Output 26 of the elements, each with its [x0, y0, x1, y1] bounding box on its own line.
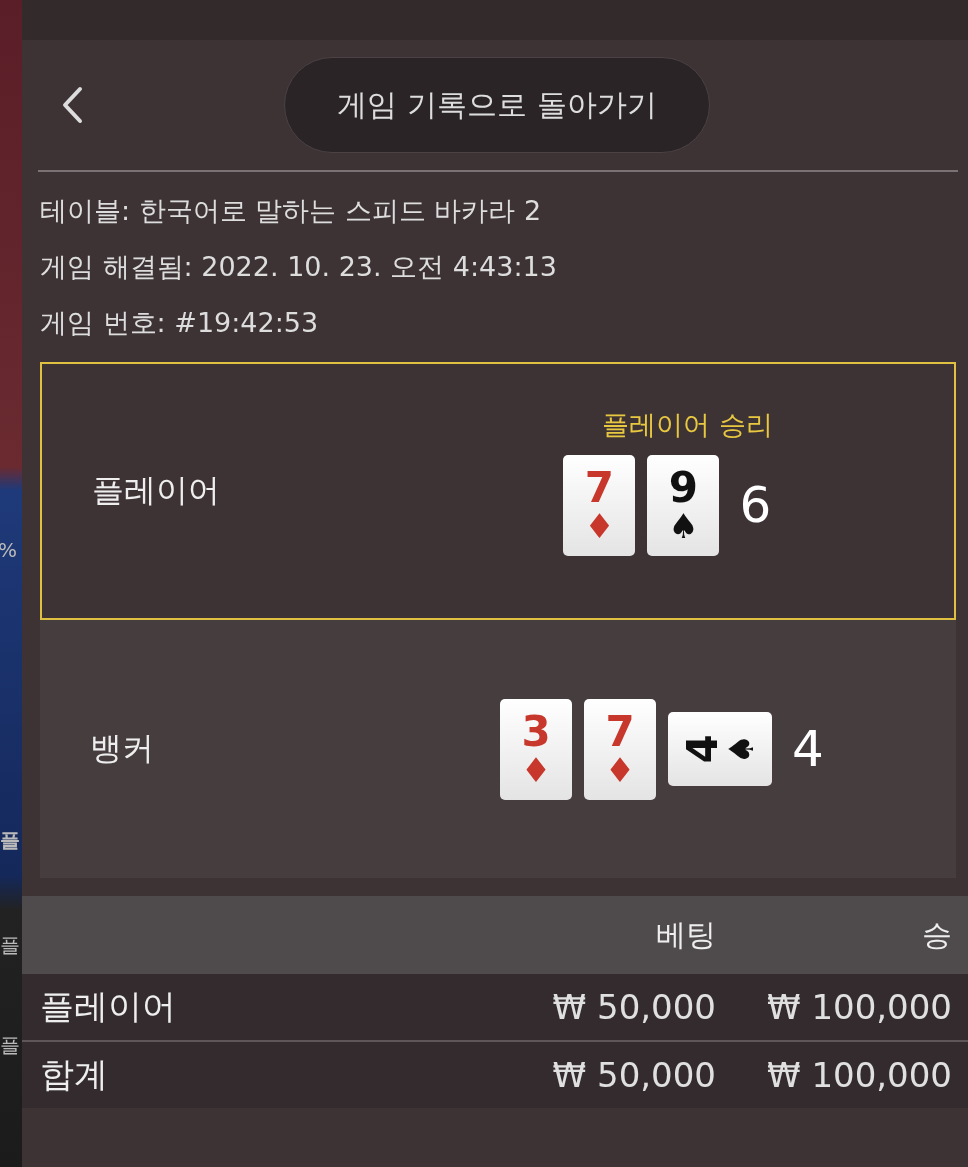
table-cell-text: ₩ 50,000	[551, 1055, 716, 1095]
hand-total: 4	[792, 720, 824, 778]
playing-card: 7 ♦	[563, 454, 636, 556]
info-text: 테이블: 한국어로 말하는 스피드 바카라 2	[40, 194, 543, 228]
back-icon[interactable]	[60, 85, 84, 125]
table-cell-text: 합계	[39, 1053, 109, 1096]
background-text: 플	[0, 935, 20, 955]
background-text: 플	[0, 830, 20, 850]
result-text: 플레이어 승리	[602, 407, 773, 442]
hand-label: 플레이어	[92, 470, 221, 511]
column-header: 승	[921, 915, 953, 954]
back-to-history-button[interactable]: 게임 기록으로 돌아가기	[284, 57, 710, 153]
table-cell-text: 플레이어	[39, 985, 177, 1028]
playing-card: 3 ♦	[500, 698, 572, 800]
hand-label: 뱅커	[90, 728, 155, 769]
playing-card: 7 ♦	[584, 698, 656, 800]
column-header: 베팅	[655, 915, 716, 954]
table-cell-text: ₩ 100,000	[765, 1055, 953, 1095]
info-text: 게임 번호: #19:42:53	[40, 306, 320, 340]
hand-total: 6	[739, 476, 772, 534]
table-cell-text: ₩ 100,000	[765, 987, 953, 1027]
playing-card: 4 ♠	[668, 712, 772, 786]
table-cell-text: ₩ 50,000	[551, 987, 716, 1027]
playing-card: 9 ♠	[647, 454, 720, 556]
info-text: 게임 해결됨: 2022. 10. 23. 오전 4:43:13	[40, 250, 558, 284]
background-text: 플	[0, 1035, 20, 1055]
